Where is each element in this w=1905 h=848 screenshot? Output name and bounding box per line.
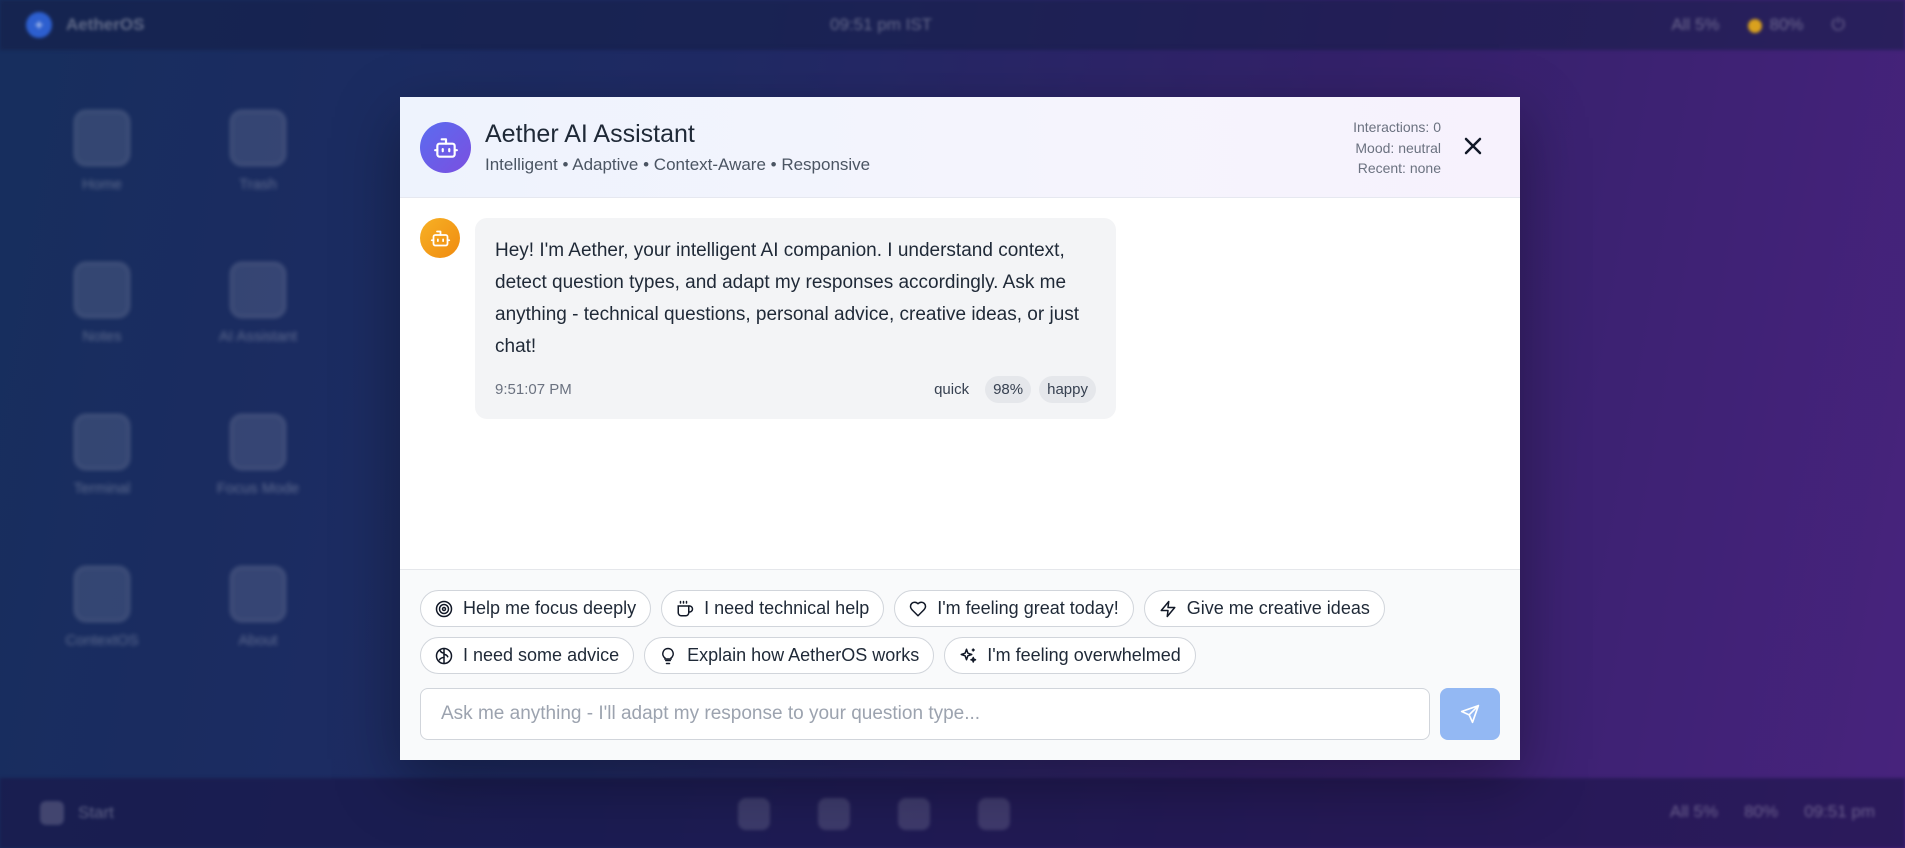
desktop-icon-label: ContextOS	[65, 632, 139, 649]
start-button[interactable]: Start	[40, 801, 114, 825]
desktop-icon-label: Notes	[82, 328, 122, 345]
desktop-icon-trash[interactable]: Trash	[198, 110, 318, 193]
status-area: All 5% 80% ⏻	[1671, 15, 1845, 35]
info-icon	[230, 566, 286, 622]
assistant-stats: Interactions: 0 Mood: neutral Recent: no…	[1353, 117, 1441, 179]
modal-title: Aether AI Assistant	[485, 120, 695, 148]
heart-icon	[909, 601, 927, 616]
quick-prompt-creative[interactable]: Give me creative ideas	[1143, 590, 1385, 627]
network-status: All 5%	[1671, 15, 1720, 34]
sparkles-icon	[960, 648, 977, 663]
desktop-icon-label: AI Assistant	[218, 328, 298, 345]
taskbar-home-icon[interactable]	[738, 798, 770, 830]
terminal-icon	[74, 414, 130, 470]
context-icon	[74, 566, 130, 622]
quick-prompt-feeling-great[interactable]: I'm feeling great today!	[894, 590, 1134, 627]
quick-prompt-label: Explain how AetherOS works	[687, 645, 920, 665]
taskbar: Start All 5% 80% 09:51 pm	[0, 778, 1905, 848]
quick-prompt-explain[interactable]: Explain how AetherOS works	[644, 637, 935, 674]
trash-icon	[230, 110, 286, 166]
send-button[interactable]	[1440, 688, 1500, 740]
notes-icon	[74, 262, 130, 318]
desktop-icon-label: Focus Mode	[216, 480, 300, 497]
assistant-bot-icon	[420, 122, 471, 173]
tray-clock: 09:51 pm	[1804, 802, 1875, 821]
tray-battery: 80%	[1744, 802, 1778, 822]
coffee-icon	[677, 600, 694, 616]
focus-icon	[230, 414, 286, 470]
close-button[interactable]	[1460, 133, 1486, 159]
taskbar-terminal-icon[interactable]	[898, 798, 930, 830]
desktop-icon-home[interactable]: Home	[42, 110, 162, 193]
battery-icon	[1747, 18, 1762, 33]
power-icon[interactable]: ⏻	[1832, 15, 1845, 35]
composer-panel: Help me focus deeply I need technical he…	[400, 569, 1520, 760]
taskbar-notes-icon[interactable]	[818, 798, 850, 830]
chat-input[interactable]	[420, 688, 1430, 740]
chat-icon	[230, 262, 286, 318]
confidence-badge: 98%	[985, 376, 1032, 403]
message-meta: 9:51:07 PM quick 98% happy	[495, 376, 1096, 403]
bot-avatar-icon	[420, 218, 460, 258]
home-icon	[74, 110, 130, 166]
desktop-icon-contextos[interactable]: ContextOS	[42, 566, 162, 649]
modal-subtitle: Intelligent • Adaptive • Context-Aware •…	[485, 155, 871, 174]
quick-prompt-label: I'm feeling great today!	[937, 598, 1119, 618]
desktop-icon-terminal[interactable]: Terminal	[42, 414, 162, 497]
interactions-count: Interactions: 0	[1353, 119, 1441, 135]
desktop-icon-ai-assistant[interactable]: AI Assistant	[198, 262, 318, 345]
lightbulb-icon	[662, 647, 675, 664]
quick-prompt-label: I need some advice	[463, 645, 620, 665]
close-icon	[1464, 137, 1482, 155]
start-label: Start	[78, 803, 114, 822]
message-timestamp: 9:51:07 PM	[495, 381, 572, 398]
quick-prompt-focus[interactable]: Help me focus deeply	[420, 590, 652, 627]
battery-status: 80%	[1747, 15, 1804, 35]
message-tags: quick 98% happy	[926, 376, 1096, 403]
recent-status: Recent: none	[1357, 160, 1441, 176]
quick-prompt-label: I'm feeling overwhelmed	[987, 645, 1181, 665]
quick-prompt-label: Help me focus deeply	[463, 598, 637, 618]
battery-label: 80%	[1769, 15, 1804, 34]
chat-area: Hey! I'm Aether, your intelligent AI com…	[400, 198, 1520, 569]
desktop-icon-label: Home	[81, 176, 122, 193]
quick-prompts: Help me focus deeply I need technical he…	[420, 590, 1500, 674]
start-icon	[40, 801, 64, 825]
system-tray: All 5% 80% 09:51 pm	[1670, 802, 1875, 822]
tray-network: All 5%	[1669, 802, 1719, 821]
mood-badge: happy	[1039, 376, 1096, 403]
mood-status: Mood: neutral	[1355, 139, 1441, 156]
quick-prompt-label: Give me creative ideas	[1186, 598, 1370, 618]
modal-header: Aether AI Assistant Intelligent • Adapti…	[400, 97, 1520, 198]
quick-prompt-overwhelmed[interactable]: I'm feeling overwhelmed	[944, 637, 1196, 674]
top-clock: 09:51 pm IST	[830, 15, 933, 34]
ai-assistant-modal: Aether AI Assistant Intelligent • Adapti…	[400, 97, 1520, 760]
input-row	[420, 688, 1500, 740]
desktop-icon-label: About	[238, 632, 278, 649]
response-speed-tag: quick	[934, 381, 970, 398]
desktop-icon-label: Terminal	[73, 480, 131, 497]
quick-prompt-advice[interactable]: I need some advice	[420, 637, 635, 674]
quick-prompt-label: I need technical help	[704, 598, 870, 618]
desktop-icon-label: Trash	[239, 176, 277, 193]
tray-battery-label: 80%	[1744, 802, 1779, 821]
taskbar-chat-icon[interactable]	[978, 798, 1010, 830]
os-logo-icon: ✦	[26, 12, 52, 38]
desktop-icon-notes[interactable]: Notes	[42, 262, 162, 345]
brain-icon	[435, 647, 453, 664]
lightning-icon	[1160, 600, 1176, 617]
desktop-icon-focus-mode[interactable]: Focus Mode	[198, 414, 318, 497]
quick-prompt-technical[interactable]: I need technical help	[661, 590, 885, 627]
desktop-icon-about[interactable]: About	[198, 566, 318, 649]
assistant-message: Hey! I'm Aether, your intelligent AI com…	[475, 218, 1116, 419]
target-icon	[435, 600, 453, 617]
top-bar: ✦ AetherOS 09:51 pm IST All 5% 80% ⏻	[0, 0, 1905, 50]
os-brand: AetherOS	[66, 15, 145, 34]
send-icon	[1460, 704, 1480, 724]
message-text: Hey! I'm Aether, your intelligent AI com…	[495, 240, 1080, 357]
taskbar-apps	[738, 798, 1010, 830]
